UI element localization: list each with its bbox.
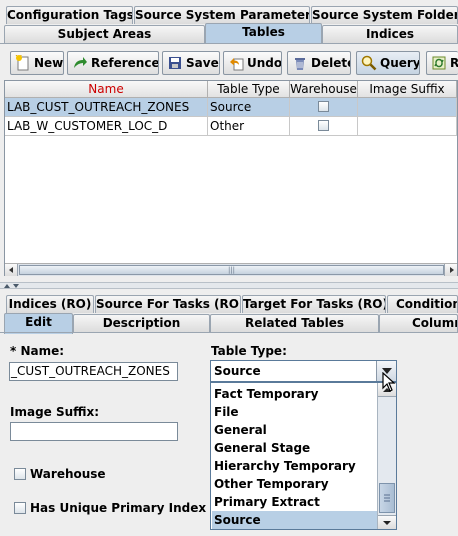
undo-label: Undo [247, 56, 282, 70]
row-type-cell: Other [208, 117, 290, 136]
reference-button[interactable]: Reference [67, 51, 159, 75]
image-suffix-label: Image Suffix: [10, 405, 100, 419]
row-type-cell: Source [208, 98, 290, 117]
dropdown-option-source[interactable]: Source [212, 511, 377, 529]
table-row[interactable]: LAB_CUST_OUTREACH_ZONES Source [5, 98, 457, 117]
undo-button[interactable]: Undo [223, 51, 282, 75]
warehouse-checkbox[interactable] [318, 101, 329, 112]
save-button[interactable]: Save [162, 51, 220, 75]
scroll-grip: ||| [227, 266, 236, 274]
tab-target-for-tasks[interactable]: Target For Tasks (RO) [242, 295, 386, 313]
refresh-icon [431, 55, 447, 71]
tab-source-for-tasks[interactable]: Source For Tasks (RO) [95, 295, 241, 313]
tab-source-system-folders[interactable]: Source System Folders [311, 6, 458, 24]
row-name-cell: LAB_CUST_OUTREACH_ZONES [5, 98, 208, 117]
scroll-thumb[interactable]: ||| [19, 265, 444, 275]
tab-subject-areas[interactable]: Subject Areas [4, 25, 205, 43]
dropdown-option-primary-extract[interactable]: Primary Extract [212, 493, 377, 511]
dropdown-option-general-stage[interactable]: General Stage [212, 439, 377, 457]
refresh-label: R [450, 56, 458, 70]
tab-indices-ro[interactable]: Indices (RO) [6, 295, 94, 313]
table-row[interactable]: LAB_W_CUSTOMER_LOC_D Other [5, 117, 457, 136]
name-field[interactable]: _CUST_OUTREACH_ZONES [9, 362, 178, 381]
unique-primary-index-checkbox[interactable] [14, 502, 26, 514]
warehouse-label: Warehouse [30, 467, 106, 481]
image-suffix-field[interactable] [10, 422, 178, 441]
tab-related-tables[interactable]: Related Tables [210, 314, 379, 332]
tab-conditional[interactable]: Conditional [387, 295, 458, 313]
reference-label: Reference [91, 56, 159, 70]
row-warehouse-cell [290, 98, 358, 117]
dropdown-option-fact-temporary[interactable]: Fact Temporary [212, 385, 377, 403]
chevron-right-icon [450, 267, 454, 273]
row-name-cell: LAB_W_CUSTOMER_LOC_D [5, 117, 208, 136]
save-floppy-icon [167, 55, 183, 71]
tab-tables[interactable]: Tables [205, 23, 322, 44]
row-image-suffix-cell [358, 98, 457, 117]
column-header-warehouse[interactable]: Warehouse [290, 81, 358, 98]
unique-primary-index-label: Has Unique Primary Index [30, 501, 207, 515]
new-button[interactable]: New [10, 51, 64, 75]
tab-columns[interactable]: Columns [379, 314, 458, 332]
trash-icon [292, 55, 308, 71]
column-header-image-suffix[interactable]: Image Suffix [358, 81, 457, 98]
tab-divider [0, 43, 458, 44]
tab-configuration-tags[interactable]: Configuration Tags [6, 6, 133, 24]
name-label: * Name: [10, 344, 65, 358]
query-button[interactable]: Query [356, 51, 420, 75]
delete-button[interactable]: Delete [287, 51, 351, 75]
column-header-name[interactable]: Name [5, 81, 208, 98]
dropdown-option-file[interactable]: File [212, 403, 377, 421]
dropdown-option-general[interactable]: General [212, 421, 377, 439]
warehouse-checkbox[interactable] [318, 120, 329, 131]
table-type-combobox[interactable]: Source [210, 360, 397, 382]
chevron-down-icon [383, 521, 391, 525]
collapse-arrows-icon [4, 284, 19, 288]
table-type-selected-value: Source [214, 364, 261, 378]
table-type-label: Table Type: [211, 344, 287, 358]
split-pane-divider[interactable] [0, 282, 458, 289]
tab-indices[interactable]: Indices [322, 25, 458, 43]
query-label: Query [380, 56, 420, 70]
new-icon [15, 54, 31, 71]
chevron-left-icon [9, 267, 13, 273]
undo-icon [228, 55, 244, 71]
magnifier-icon [361, 55, 377, 71]
dropdown-vertical-scrollbar[interactable] [377, 383, 396, 529]
top-tab-strip: Configuration Tags Source System Paramet… [0, 0, 458, 46]
tab-edit[interactable]: Edit [4, 313, 73, 334]
refresh-button[interactable]: R [426, 51, 458, 75]
new-label: New [34, 56, 64, 70]
tab-description[interactable]: Description [73, 314, 210, 332]
dropdown-option-other-temporary[interactable]: Other Temporary [212, 475, 377, 493]
tab-source-system-parameters[interactable]: Source System Parameters [134, 6, 310, 24]
dropdown-option-hierarchy-temporary[interactable]: Hierarchy Temporary [212, 457, 377, 475]
dropdown-scroll-thumb[interactable] [379, 483, 395, 513]
column-header-table-type[interactable]: Table Type [208, 81, 290, 98]
dropdown-scroll-down-button[interactable] [378, 515, 396, 529]
tables-grid: Name Table Type Warehouse Image Suffix L… [4, 80, 458, 276]
scroll-left-button[interactable] [5, 264, 18, 276]
reference-arrow-icon [72, 55, 88, 71]
horizontal-scrollbar[interactable]: ||| [5, 263, 457, 276]
mouse-cursor-icon [382, 371, 398, 394]
row-image-suffix-cell [358, 117, 457, 136]
save-label: Save [186, 56, 219, 70]
scroll-grip-icon [384, 494, 390, 502]
table-type-dropdown-list: Fact Temporary File General General Stag… [210, 382, 397, 530]
row-warehouse-cell [290, 117, 358, 136]
delete-label: Delete [311, 56, 351, 70]
warehouse-form-checkbox[interactable] [14, 468, 26, 480]
scroll-right-button[interactable] [444, 264, 457, 276]
bottom-tab-divider [0, 332, 458, 333]
